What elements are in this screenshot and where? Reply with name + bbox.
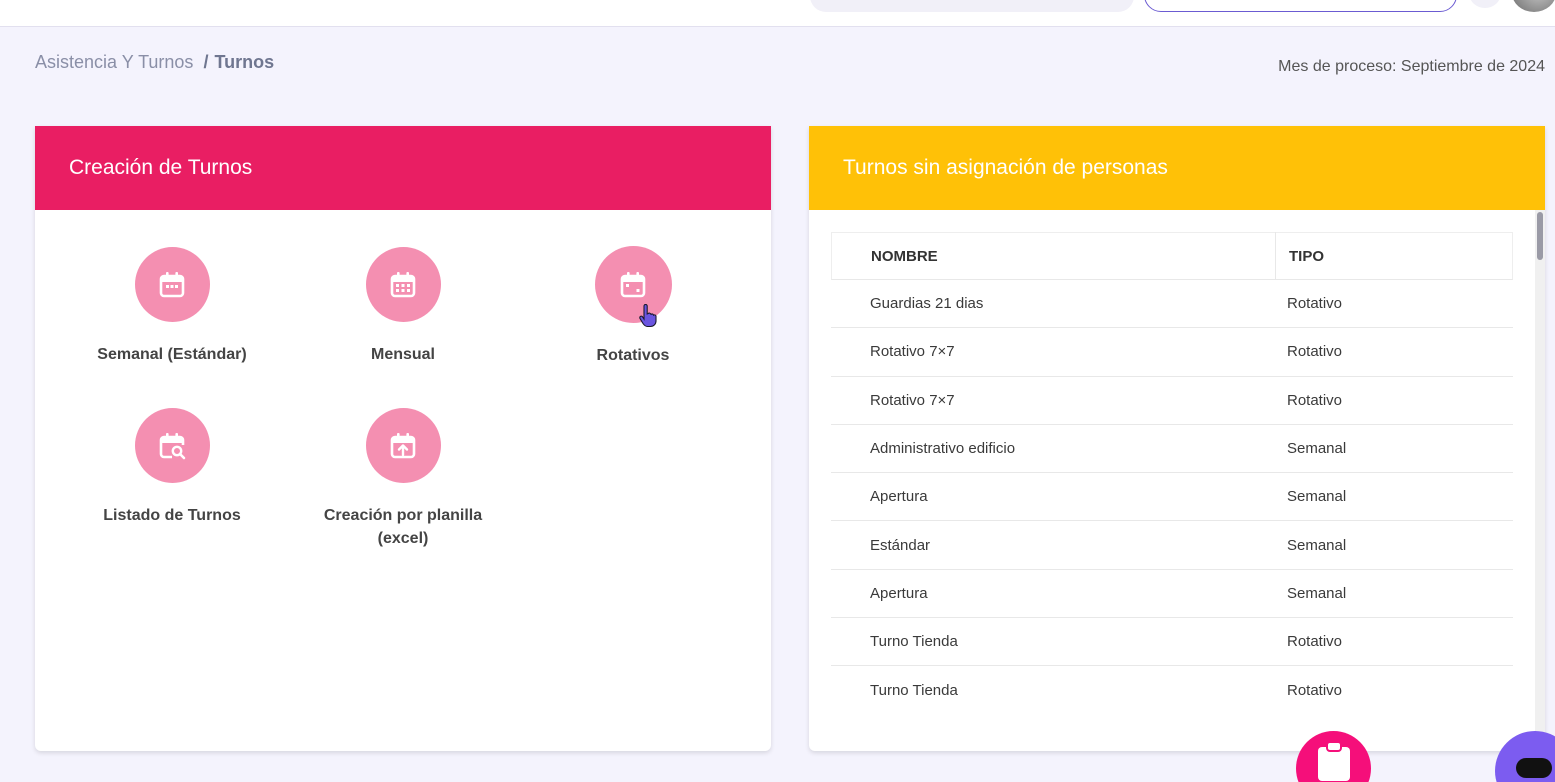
unassigned-shifts-card-title: Turnos sin asignación de personas [809,126,1545,210]
cell-name: Rotativo 7×7 [870,391,955,409]
cell-type: Semanal [1287,536,1347,554]
calendar-upload-icon [365,408,441,483]
table-row[interactable]: Apertura Semanal [831,570,1513,619]
column-header-type[interactable]: TIPO [1275,232,1512,280]
breadcrumb-current: Turnos [214,52,275,72]
shift-creation-card: Creación de Turnos Semanal (Estándar) Me… [35,126,771,751]
table-row[interactable]: Apertura Semanal [831,473,1513,522]
user-avatar[interactable] [1512,0,1555,12]
calendar-week-icon [134,247,210,322]
tile-excel-upload[interactable]: Creación por planilla (excel) [288,408,518,550]
cell-type: Semanal [1287,584,1347,602]
table-row[interactable]: Turno Tienda Rotativo [831,618,1513,667]
cell-name: Rotativo 7×7 [870,343,955,361]
table-row[interactable]: Rotativo 7×7 Rotativo [831,328,1513,377]
calendar-search-icon [134,408,210,483]
cell-type: Rotativo [1287,295,1343,313]
notifications-button[interactable] [1469,0,1501,8]
tile-shift-list[interactable]: Listado de Turnos [57,408,287,527]
cell-name: Estándar [870,536,931,554]
cell-name: Administrativo edificio [870,440,1016,458]
cell-name: Apertura [870,584,928,602]
breadcrumb-parent-link[interactable]: Asistencia Y Turnos [35,52,193,72]
table-row[interactable]: Rotativo 7×7 Rotativo [831,377,1513,425]
unassigned-shifts-card: Turnos sin asignación de personas NOMBRE… [809,126,1545,751]
cell-name: Turno Tienda [870,633,958,651]
tile-label: Creación por planilla (excel) [323,507,483,547]
breadcrumb: Asistencia Y Turnos / Turnos [35,52,274,73]
clipboard-icon [1317,741,1350,781]
cell-type: Rotativo [1287,633,1343,651]
process-month-label: Mes de proceso: Septiembre de 2024 [1278,58,1545,75]
tile-label: Semanal (Estándar) [97,346,247,363]
tile-weekly-standard[interactable]: Semanal (Estándar) [57,247,287,366]
cell-type: Rotativo [1287,343,1343,361]
tile-label: Listado de Turnos [103,507,241,524]
tile-monthly[interactable]: Mensual [288,247,518,366]
cell-type: Rotativo [1287,682,1343,700]
cell-name: Guardias 21 dias [870,295,984,313]
table-row[interactable]: Guardias 21 dias Rotativo [831,280,1513,329]
tile-rotating[interactable]: Rotativos [518,246,748,367]
cell-type: Semanal [1287,488,1347,506]
table-row[interactable]: Turno Tienda Rotativo [831,666,1513,714]
cell-name: Apertura [870,488,928,506]
hand-cursor-icon [638,303,658,333]
shift-creation-card-title: Creación de Turnos [35,126,771,210]
cell-name: Turno Tienda [870,682,958,700]
global-search-input[interactable] [810,0,1134,12]
breadcrumb-separator: / [203,52,209,72]
cell-type: Rotativo [1287,391,1343,409]
table-header: NOMBRE TIPO [831,232,1513,280]
table-scrollbar[interactable] [1535,210,1545,751]
cell-type: Semanal [1287,440,1347,458]
scrollbar-thumb[interactable] [1537,212,1543,260]
chat-icon [1516,758,1552,778]
calendar-month-icon [365,247,441,322]
table-row[interactable]: Administrativo edificio Semanal [831,425,1513,474]
column-header-name[interactable]: NOMBRE [832,248,1275,265]
tile-label: Rotativos [596,347,670,364]
top-bar [0,0,1555,27]
unassigned-shifts-table: NOMBRE TIPO Guardias 21 dias Rotativo Rot… [831,232,1513,715]
tile-label: Mensual [370,346,435,363]
table-row[interactable]: Estándar Semanal [831,521,1513,570]
company-selector[interactable] [1144,0,1457,12]
calendar-rotate-icon [594,246,672,323]
